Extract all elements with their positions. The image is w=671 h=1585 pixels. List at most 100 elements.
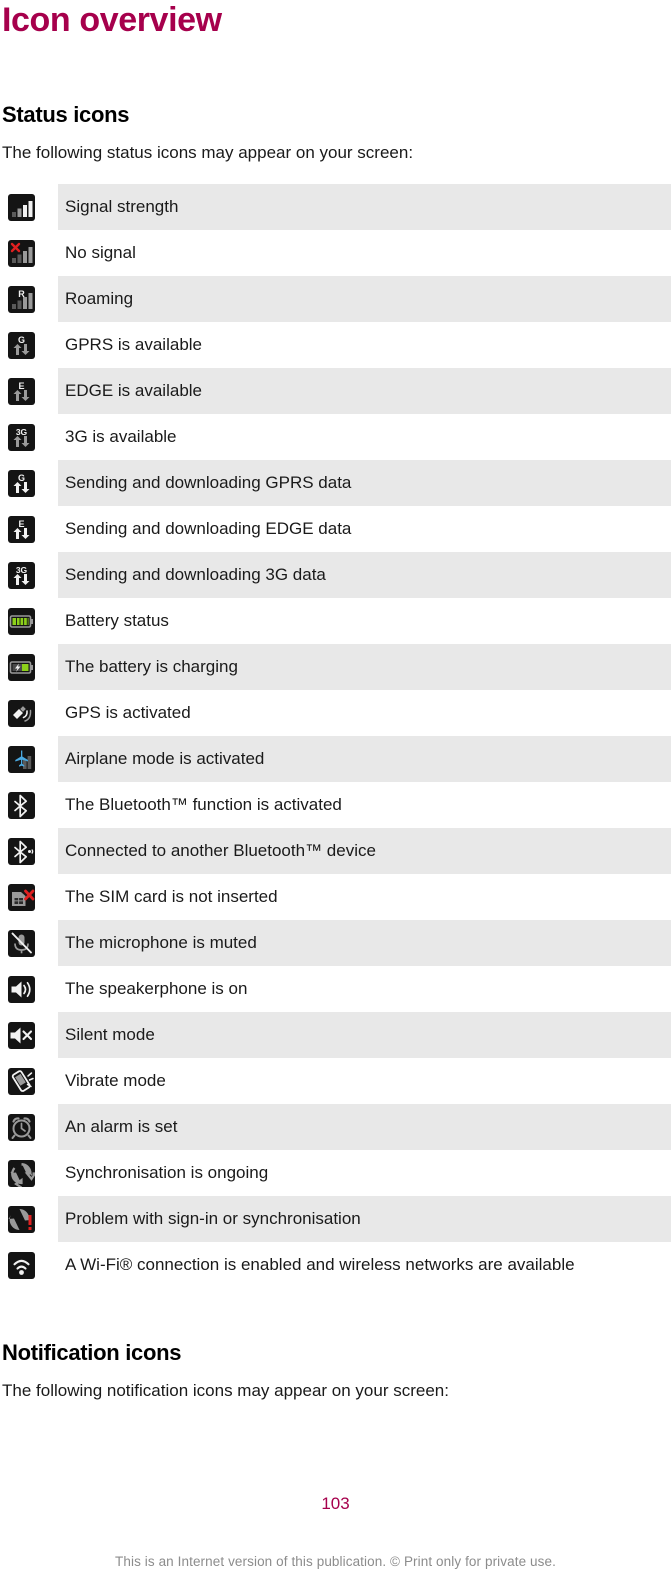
table-row: Signal strength [0,184,671,230]
icon-cell [0,239,58,267]
gps-activated-icon [8,699,35,727]
table-row: E EDGE is available [0,368,671,414]
3g-available-icon: 3G [8,423,35,451]
table-row: An alarm is set [0,1104,671,1150]
icon-cell [0,929,58,957]
gprs-data-transfer-icon: G [8,469,35,497]
icon-description: Vibrate mode [65,1071,166,1090]
icon-description: Battery status [65,611,169,630]
table-row: The microphone is muted [0,920,671,966]
microphone-muted-icon [8,929,35,957]
page-title: Icon overview [2,1,222,39]
no-signal-icon [8,239,35,267]
sim-card-missing-icon [8,883,35,911]
table-row: 3G 3G is available [0,414,671,460]
page-number-wrap: 103 [0,1494,671,1514]
icon-cell [0,1251,58,1279]
table-row: Airplane mode is activated [0,736,671,782]
icon-description: Signal strength [65,197,179,216]
speakerphone-on-icon [8,975,35,1003]
icon-cell [0,607,58,635]
status-icons-intro: The following status icons may appear on… [2,143,414,162]
signal-strength-icon [8,193,35,221]
icon-cell: 3G [0,423,58,451]
icon-description: Problem with sign-in or synchronisation [65,1209,361,1228]
icon-description: The microphone is muted [65,933,257,952]
bluetooth-activated-icon [8,791,35,819]
battery-charging-icon [8,653,35,681]
silent-mode-icon [8,1021,35,1049]
3g-data-transfer-icon: 3G [8,561,35,589]
table-row: The speakerphone is on [0,966,671,1012]
edge-available-icon: E [8,377,35,405]
icon-cell [0,883,58,911]
icon-description: Synchronisation is ongoing [65,1163,269,1182]
icon-description: The battery is charging [65,657,238,676]
icon-cell [0,1021,58,1049]
icon-description: 3G is available [65,427,177,446]
icon-description: No signal [65,243,136,262]
icon-description: An alarm is set [65,1117,178,1136]
notification-icons-heading: Notification icons [2,1340,182,1365]
status-icons-heading: Status icons [2,102,130,127]
icon-cell [0,1205,58,1233]
icon-cell [0,745,58,773]
icon-cell [0,1113,58,1141]
table-row: Synchronisation is ongoing [0,1150,671,1196]
icon-cell [0,1159,58,1187]
table-row: G Sending and downloading GPRS data [0,460,671,506]
svg-text:R: R [18,289,25,299]
icon-description: The SIM card is not inserted [65,887,278,906]
table-row: GPS is activated [0,690,671,736]
icon-description: Connected to another Bluetooth™ device [65,841,376,860]
gprs-available-icon: G [8,331,35,359]
icon-cell [0,975,58,1003]
icon-cell: R [0,285,58,313]
svg-text:E: E [18,519,24,529]
icon-cell: G [0,331,58,359]
icon-description: The Bluetooth™ function is activated [65,795,342,814]
sync-ongoing-icon [8,1159,35,1187]
svg-text:E: E [18,381,24,391]
icon-description: A Wi-Fi® connection is enabled and wirel… [65,1255,575,1274]
alarm-set-icon [8,1113,35,1141]
icon-description: Sending and downloading GPRS data [65,473,352,492]
row-background [58,276,671,322]
icon-cell [0,791,58,819]
table-row: Silent mode [0,1012,671,1058]
icon-cell [0,653,58,681]
icon-description: Roaming [65,289,134,308]
table-row: The Bluetooth™ function is activated [0,782,671,828]
airplane-mode-icon [8,745,35,773]
svg-text:3G: 3G [16,565,28,575]
table-row: The battery is charging [0,644,671,690]
svg-text:G: G [18,335,25,345]
icon-description: GPRS is available [65,335,203,354]
icon-cell: E [0,377,58,405]
table-row: E Sending and downloading EDGE data [0,506,671,552]
vibrate-mode-icon [8,1067,35,1095]
icon-description: EDGE is available [65,381,203,400]
roaming-icon: R [8,285,35,313]
icon-description: Silent mode [65,1025,155,1044]
table-row: 3G Sending and downloading 3G data [0,552,671,598]
table-row: A Wi-Fi® connection is enabled and wirel… [0,1242,671,1288]
bluetooth-connected-icon [8,837,35,865]
footer-wrap: This is an Internet version of this publ… [0,1554,671,1569]
icon-description: GPS is activated [65,703,191,722]
table-row: G GPRS is available [0,322,671,368]
icon-description: Sending and downloading EDGE data [65,519,352,538]
icon-cell: G [0,469,58,497]
table-row: Problem with sign-in or synchronisation [0,1196,671,1242]
sync-problem-icon [8,1205,35,1233]
wifi-connection-icon [8,1251,35,1279]
svg-text:G: G [18,473,25,483]
battery-status-icon [8,607,35,635]
table-row: No signal [0,230,671,276]
document-page: Icon overview Status icons The following… [0,0,671,1583]
table-row: R Roaming [0,276,671,322]
